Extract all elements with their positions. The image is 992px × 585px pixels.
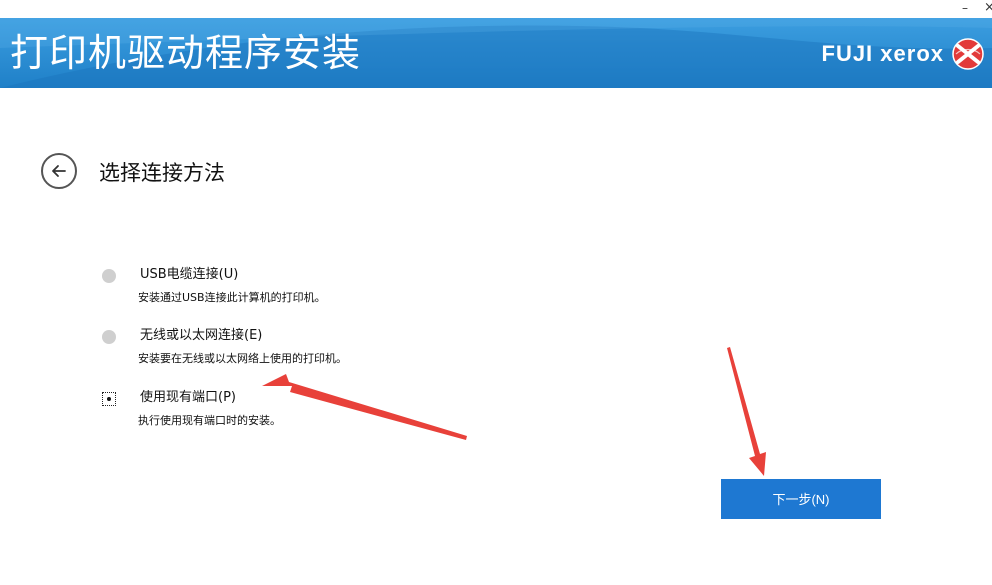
option-usb[interactable]: USB电缆连接(U) 安装通过USB连接此计算机的打印机。 xyxy=(102,266,602,316)
fuji-xerox-sphere-icon xyxy=(952,38,984,70)
option-usb-label[interactable]: USB电缆连接(U) xyxy=(140,266,238,284)
arrow-left-icon xyxy=(52,165,66,177)
option-network-label[interactable]: 无线或以太网连接(E) xyxy=(140,327,262,345)
option-existing-port[interactable]: 使用现有端口(P) 执行使用现有端口时的安装。 xyxy=(102,389,602,439)
minimize-button[interactable]: – xyxy=(962,2,976,14)
option-existing-port-label[interactable]: 使用现有端口(P) xyxy=(140,389,236,407)
option-usb-description: 安装通过USB连接此计算机的打印机。 xyxy=(138,291,326,304)
radio-usb[interactable] xyxy=(102,269,116,283)
option-network[interactable]: 无线或以太网连接(E) 安装要在无线或以太网络上使用的打印机。 xyxy=(102,327,602,377)
back-button[interactable] xyxy=(41,153,77,189)
brand-logo-group: FUJI xerox xyxy=(822,36,985,72)
installer-window: – × 打印机驱动程序安装 FUJI xerox 选择连接方法 USB电缆连接(… xyxy=(0,0,992,585)
close-button[interactable]: × xyxy=(984,1,992,15)
radio-network[interactable] xyxy=(102,330,116,344)
option-network-description: 安装要在无线或以太网络上使用的打印机。 xyxy=(138,352,347,365)
option-existing-port-description: 执行使用现有端口时的安装。 xyxy=(138,414,281,427)
brand-name: FUJI xerox xyxy=(821,41,944,66)
next-button[interactable]: 下一步(N) xyxy=(721,479,881,519)
annotation-arrow-next xyxy=(727,347,766,476)
page-title: 选择连接方法 xyxy=(99,161,225,185)
radio-existing-port[interactable] xyxy=(102,392,116,406)
header-banner: 打印机驱动程序安装 FUJI xerox xyxy=(0,18,992,88)
app-title: 打印机驱动程序安装 xyxy=(10,31,362,75)
window-titlebar: – × xyxy=(0,0,992,18)
